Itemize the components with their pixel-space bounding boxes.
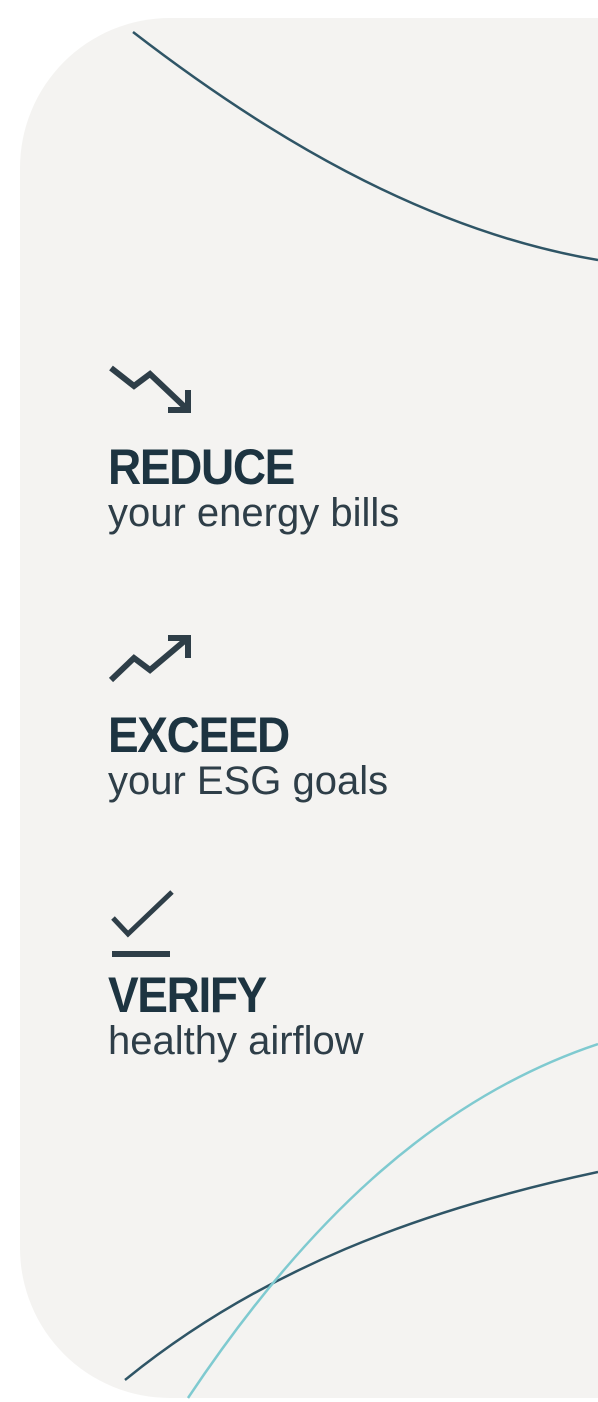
feature-heading: REDUCE bbox=[108, 439, 295, 495]
checkmark-underline-icon bbox=[111, 890, 174, 957]
trending-down-icon bbox=[109, 365, 191, 413]
feature-subtitle: your ESG goals bbox=[108, 759, 389, 803]
feature-heading: EXCEED bbox=[108, 707, 290, 763]
feature-exceed: EXCEED your ESG goals bbox=[108, 628, 388, 804]
feature-subtitle: healthy airflow bbox=[108, 1019, 364, 1063]
trending-up-icon bbox=[108, 635, 191, 683]
feature-subtitle: your energy bills bbox=[108, 491, 400, 535]
feature-verify: VERIFY healthy airflow bbox=[108, 888, 364, 1064]
feature-heading: VERIFY bbox=[108, 967, 267, 1023]
feature-reduce: REDUCE your energy bills bbox=[108, 360, 399, 536]
